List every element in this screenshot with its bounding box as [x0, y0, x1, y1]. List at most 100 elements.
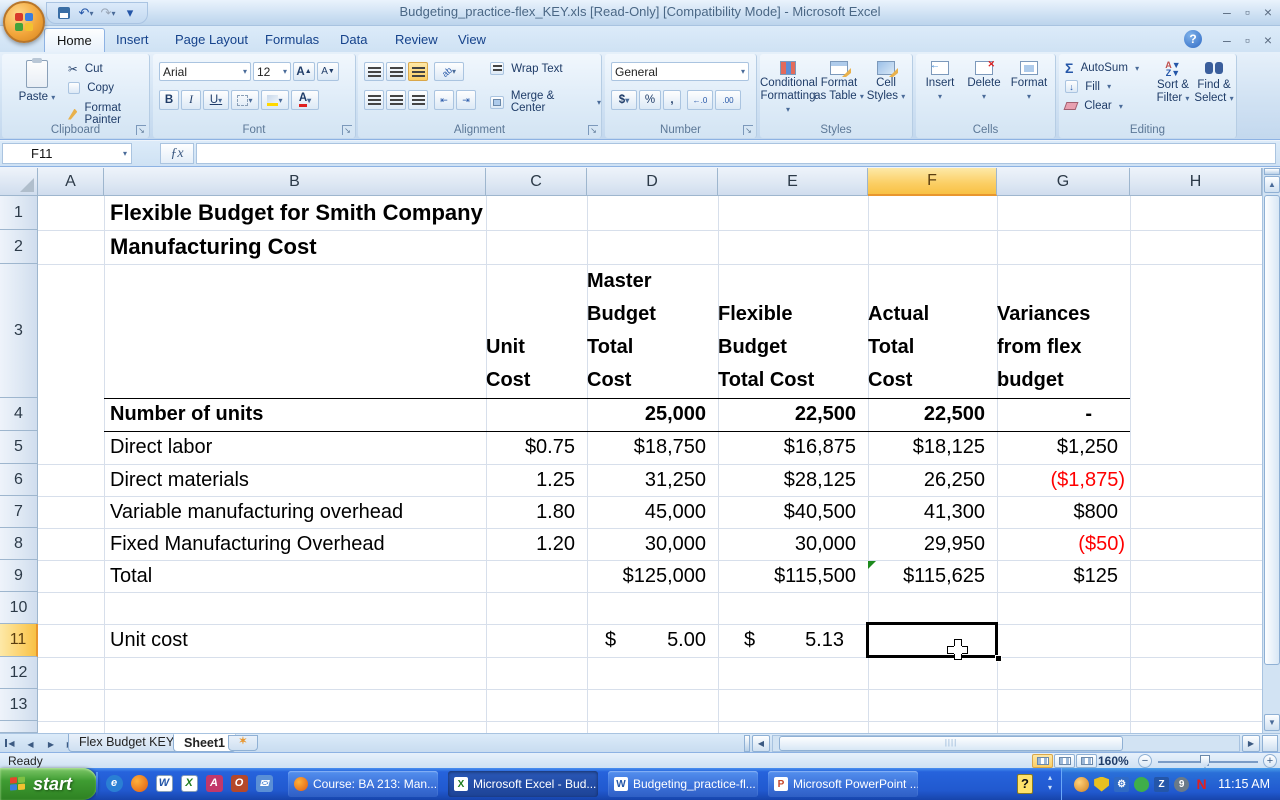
font-size-select[interactable]: 12 ▾: [253, 62, 291, 81]
help-button[interactable]: ?: [1184, 30, 1202, 48]
tab-page-layout[interactable]: Page Layout: [163, 28, 260, 52]
number-dialog-launcher[interactable]: ↘: [743, 125, 753, 135]
office-button[interactable]: [3, 1, 45, 43]
column-header-e[interactable]: E: [718, 168, 868, 196]
find-select-button[interactable]: Find & Select ▾: [1193, 58, 1235, 122]
fill-button[interactable]: ↓ Fill ▾: [1065, 80, 1111, 93]
column-header-f[interactable]: F: [868, 168, 997, 196]
row-header-12[interactable]: 12: [0, 657, 38, 689]
vertical-split-handle[interactable]: [1264, 168, 1280, 175]
decrease-indent-button[interactable]: ⇤: [434, 90, 454, 110]
restore-button[interactable]: ▫: [1245, 3, 1250, 21]
insert-worksheet-button[interactable]: ✶: [228, 735, 258, 751]
increase-decimal-button[interactable]: ←.0: [687, 90, 713, 110]
format-cells-button[interactable]: Format ▾: [1006, 58, 1052, 122]
column-header-a[interactable]: A: [38, 168, 104, 196]
excel-icon[interactable]: X: [179, 772, 199, 794]
top-align-button[interactable]: [364, 62, 384, 81]
increase-indent-button[interactable]: ⇥: [456, 90, 476, 110]
workbook-restore-button[interactable]: ▫: [1245, 31, 1250, 49]
horizontal-scroll-thumb[interactable]: [779, 736, 1123, 751]
formula-input[interactable]: [196, 143, 1276, 164]
normal-view-button[interactable]: [1032, 754, 1053, 768]
row-header-9[interactable]: 9: [0, 560, 38, 592]
tab-review[interactable]: Review: [383, 28, 450, 52]
conditional-formatting-button[interactable]: Conditional Formatting ▾: [760, 58, 818, 122]
alignment-dialog-launcher[interactable]: ↘: [588, 125, 598, 135]
column-header-h[interactable]: H: [1130, 168, 1262, 196]
clipboard-dialog-launcher[interactable]: ↘: [136, 125, 146, 135]
font-color-button[interactable]: A ▾: [291, 90, 319, 110]
tray-globe-icon[interactable]: [1074, 776, 1090, 792]
tray-z-icon[interactable]: Z: [1154, 776, 1170, 792]
tab-home[interactable]: Home: [44, 28, 105, 52]
select-all-corner[interactable]: [0, 168, 38, 196]
tray-shield-icon[interactable]: [1094, 776, 1110, 792]
name-box-dropdown-icon[interactable]: ▾: [123, 149, 127, 158]
italic-button[interactable]: I: [181, 90, 201, 110]
paste-button[interactable]: Paste ▾: [4, 58, 70, 122]
start-button[interactable]: start: [0, 768, 97, 800]
scroll-left-button[interactable]: ◀: [752, 735, 770, 752]
row-header-11[interactable]: 11: [0, 624, 38, 657]
align-right-button[interactable]: [408, 90, 428, 110]
number-format-select[interactable]: General ▾: [611, 62, 749, 81]
tray-n-icon[interactable]: N: [1194, 776, 1209, 792]
fill-handle[interactable]: [995, 655, 1002, 662]
prev-sheet-button[interactable]: ◀: [22, 736, 38, 753]
format-as-table-button[interactable]: Format as Table ▾: [814, 58, 864, 122]
row-header-5[interactable]: 5: [0, 431, 38, 464]
zoom-in-button[interactable]: +: [1263, 754, 1277, 768]
tab-data[interactable]: Data: [328, 28, 379, 52]
sheet-tab-flex-budget-key[interactable]: Flex Budget KEY: [68, 734, 186, 752]
row-header-8[interactable]: 8: [0, 528, 38, 560]
messenger-icon[interactable]: ✉: [254, 772, 274, 794]
help-tray-icon[interactable]: ?: [1017, 774, 1033, 794]
tab-split-handle[interactable]: [744, 735, 750, 752]
workbook-minimize-button[interactable]: –: [1223, 31, 1231, 49]
clear-button[interactable]: Clear ▾: [1063, 100, 1123, 112]
format-painter-button[interactable]: Format Painter: [68, 102, 149, 126]
insert-function-button[interactable]: ƒx: [160, 143, 194, 164]
fill-color-button[interactable]: ▾: [261, 90, 289, 110]
column-header-c[interactable]: C: [486, 168, 587, 196]
vertical-scroll-thumb[interactable]: [1264, 195, 1280, 665]
tray-key-icon[interactable]: ⚙: [1114, 776, 1130, 792]
page-break-view-button[interactable]: [1076, 754, 1097, 768]
orientation-button[interactable]: ab ▾: [434, 62, 464, 81]
taskbar-toggle-icon[interactable]: ▴ ▾: [1043, 773, 1057, 795]
cut-button[interactable]: ✂ Cut: [68, 62, 103, 76]
merge-center-button[interactable]: Merge & Center ▾: [490, 90, 601, 114]
align-left-button[interactable]: [364, 90, 384, 110]
scroll-right-button[interactable]: ▶: [1242, 735, 1260, 752]
selected-cell-f11[interactable]: [866, 622, 998, 658]
first-sheet-button[interactable]: ◀: [2, 735, 18, 752]
row-header-6[interactable]: 6: [0, 464, 38, 496]
column-header-b[interactable]: B: [104, 168, 486, 196]
column-header-g[interactable]: G: [997, 168, 1130, 196]
ie-icon[interactable]: e: [104, 772, 124, 794]
row-header-10[interactable]: 10: [0, 592, 38, 624]
borders-button[interactable]: ▾: [231, 90, 259, 110]
sheet-tab-sheet1[interactable]: Sheet1: [173, 734, 236, 752]
grow-font-button[interactable]: A ▲: [293, 62, 315, 81]
row-header-3[interactable]: 3: [0, 264, 38, 398]
outlook-icon[interactable]: O: [229, 772, 249, 794]
row-header-4[interactable]: 4: [0, 398, 38, 431]
firefox-icon[interactable]: [129, 772, 149, 794]
column-header-d[interactable]: D: [587, 168, 718, 196]
comma-style-button[interactable]: ,: [663, 90, 681, 110]
taskbar-button-powerpoint[interactable]: P Microsoft PowerPoint ...: [768, 771, 918, 797]
row-header-1[interactable]: 1: [0, 196, 38, 230]
cell-styles-button[interactable]: Cell Styles ▾: [862, 58, 910, 122]
delete-cells-button[interactable]: Delete▾: [962, 58, 1006, 122]
copy-button[interactable]: Copy: [68, 82, 114, 94]
scroll-down-button[interactable]: ▼: [1264, 714, 1280, 731]
sort-filter-button[interactable]: A▼ Z▼ Sort & Filter ▾: [1151, 58, 1195, 122]
next-sheet-button[interactable]: ▶: [43, 736, 59, 753]
autosum-button[interactable]: Σ AutoSum ▾: [1065, 60, 1139, 76]
font-name-select[interactable]: Arial ▾: [159, 62, 251, 81]
taskbar-button-firefox[interactable]: Course: BA 213: Man...: [288, 771, 438, 797]
percent-style-button[interactable]: %: [639, 90, 661, 110]
grid-cells[interactable]: Flexible Budget for Smith Company Manufa…: [38, 196, 1262, 733]
